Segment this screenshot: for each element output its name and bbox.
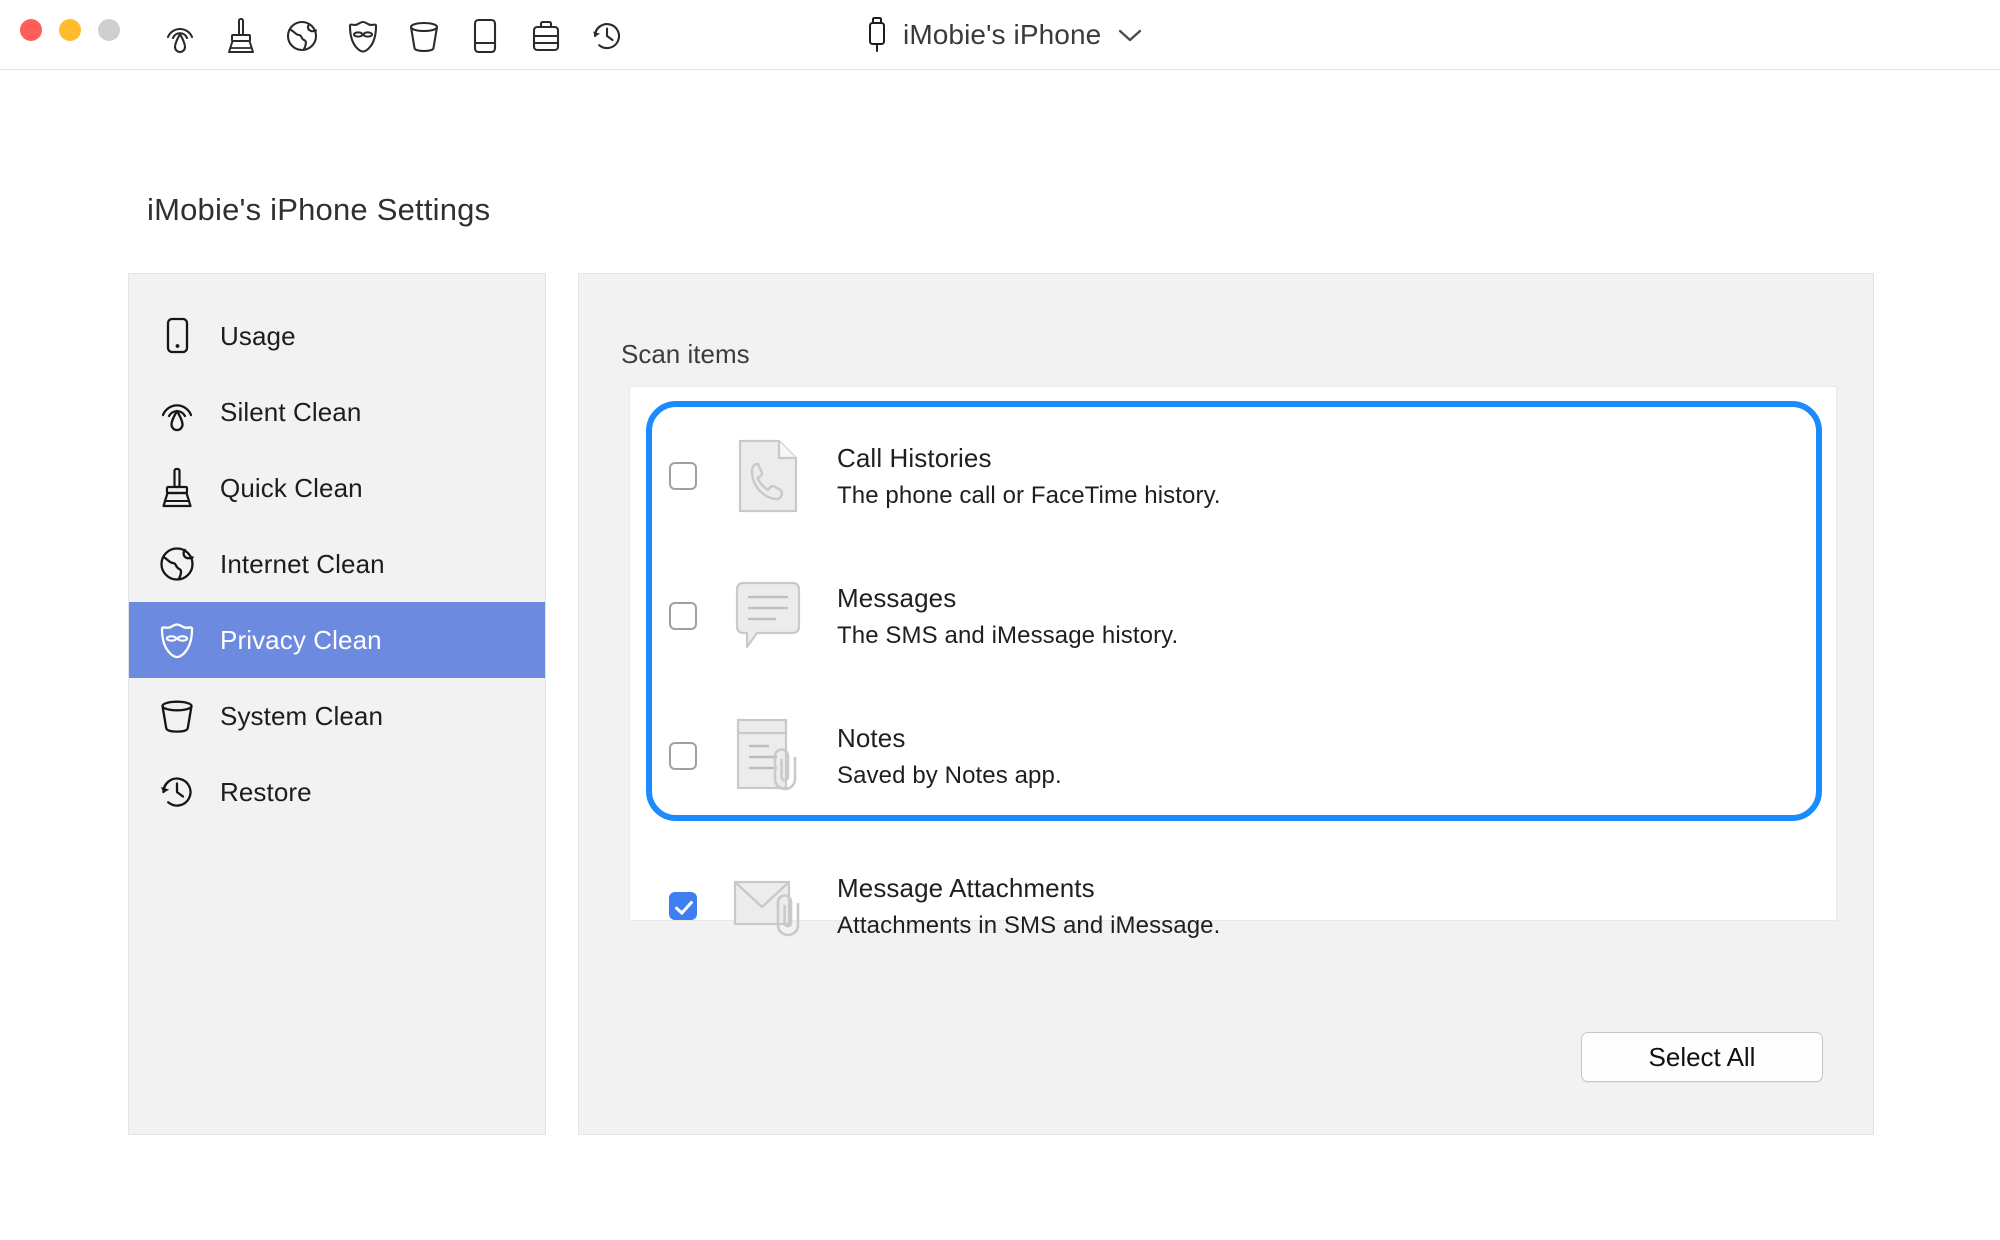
list-item-description: Saved by Notes app.	[837, 761, 1062, 789]
sidebar-item-label: Internet Clean	[220, 548, 385, 579]
phone-outline-icon	[156, 315, 198, 357]
title-bar: iMobie's iPhone	[0, 0, 2000, 70]
sidebar-item-usage[interactable]: Usage	[129, 298, 545, 374]
sidebar-item-label: Silent Clean	[220, 396, 362, 427]
sidebar-item-label: Restore	[220, 776, 312, 807]
list-item-description: The phone call or FaceTime history.	[837, 481, 1221, 509]
toolbar-privacy-clean-icon[interactable]	[345, 17, 381, 55]
device-name-label: iMobie's iPhone	[903, 19, 1102, 50]
messages-checkbox[interactable]	[666, 599, 700, 633]
list-item-text: Message Attachments Attachments in SMS a…	[837, 873, 1220, 940]
toolbar-quick-clean-icon[interactable]	[223, 17, 259, 55]
list-item-text: Call Histories The phone call or FaceTim…	[837, 443, 1221, 510]
notes-paperclip-icon	[729, 714, 807, 798]
message-bubble-icon	[729, 574, 807, 658]
list-item-text: Messages The SMS and iMessage history.	[837, 583, 1178, 650]
list-item-description: Attachments in SMS and iMessage.	[837, 911, 1221, 939]
sidebar-item-label: Usage	[220, 320, 296, 351]
quick-clean-icon	[156, 467, 198, 509]
list-item[interactable]: Messages The SMS and iMessage history.	[630, 541, 1838, 691]
toolbar-usage-icon[interactable]	[467, 17, 503, 55]
traffic-light-buttons	[20, 19, 120, 41]
list-item[interactable]: Message Attachments Attachments in SMS a…	[630, 831, 1838, 981]
sidebar-item-internet-clean[interactable]: Internet Clean	[129, 526, 545, 602]
notes-checkbox[interactable]	[666, 739, 700, 773]
mask-icon	[156, 619, 198, 661]
toolbar-internet-clean-icon[interactable]	[284, 17, 320, 55]
checkbox-box	[669, 462, 697, 490]
zoom-window-button[interactable]	[98, 19, 120, 41]
page-title: iMobie's iPhone Settings	[147, 192, 491, 227]
list-item-title: Notes	[837, 722, 906, 753]
select-all-button[interactable]: Select All	[1581, 1032, 1823, 1082]
main-panel: Scan items Call Histories The phone call…	[578, 273, 1874, 1135]
connector-icon	[869, 17, 885, 52]
list-item-text: Notes Saved by Notes app.	[837, 723, 1062, 790]
close-window-button[interactable]	[20, 19, 42, 41]
sidebar-item-label: Quick Clean	[220, 472, 363, 503]
globe-icon	[156, 543, 198, 585]
trash-bin-icon	[156, 695, 198, 737]
call-histories-checkbox[interactable]	[666, 459, 700, 493]
list-item-title: Messages	[837, 582, 957, 613]
sidebar-item-silent-clean[interactable]: Silent Clean	[129, 374, 545, 450]
list-item-description: The SMS and iMessage history.	[837, 621, 1179, 649]
list-item[interactable]: Call Histories The phone call or FaceTim…	[630, 401, 1838, 551]
sidebar-item-privacy-clean[interactable]: Privacy Clean	[129, 602, 545, 678]
list-item[interactable]: Notes Saved by Notes app.	[630, 681, 1838, 831]
sidebar: Usage Silent Clean Quick Clean Internet …	[128, 273, 546, 1135]
sidebar-item-label: System Clean	[220, 700, 384, 731]
toolbar-restore-icon[interactable]	[589, 17, 625, 55]
sidebar-item-system-clean[interactable]: System Clean	[129, 678, 545, 754]
app-window: iMobie's iPhone iMobie's iPhone Settings…	[0, 0, 2000, 1240]
toolbar-system-clean-icon[interactable]	[406, 17, 442, 55]
clock-restore-icon	[156, 771, 198, 813]
call-history-document-icon	[729, 434, 807, 518]
list-item-title: Message Attachments	[837, 872, 1095, 903]
sidebar-item-restore[interactable]: Restore	[129, 754, 545, 830]
list-item-title: Call Histories	[837, 442, 992, 473]
silent-clean-icon	[156, 391, 198, 433]
message-attachments-checkbox[interactable]	[666, 889, 700, 923]
chevron-down-icon[interactable]	[1116, 26, 1144, 44]
scan-items-list: Call Histories The phone call or FaceTim…	[629, 386, 1838, 939]
scan-items-heading: Scan items	[621, 339, 750, 369]
toolbar-toolbox-icon[interactable]	[528, 17, 564, 55]
toolbar-icons	[162, 8, 625, 63]
minimize-window-button[interactable]	[59, 19, 81, 41]
envelope-paperclip-icon	[729, 864, 807, 948]
sidebar-item-label: Privacy Clean	[220, 624, 382, 655]
sidebar-item-quick-clean[interactable]: Quick Clean	[129, 450, 545, 526]
checkbox-box	[669, 602, 697, 630]
device-selector[interactable]: iMobie's iPhone	[866, 10, 1144, 60]
toolbar-silent-clean-icon[interactable]	[162, 17, 198, 55]
checkbox-box	[669, 892, 697, 920]
checkbox-box	[669, 742, 697, 770]
